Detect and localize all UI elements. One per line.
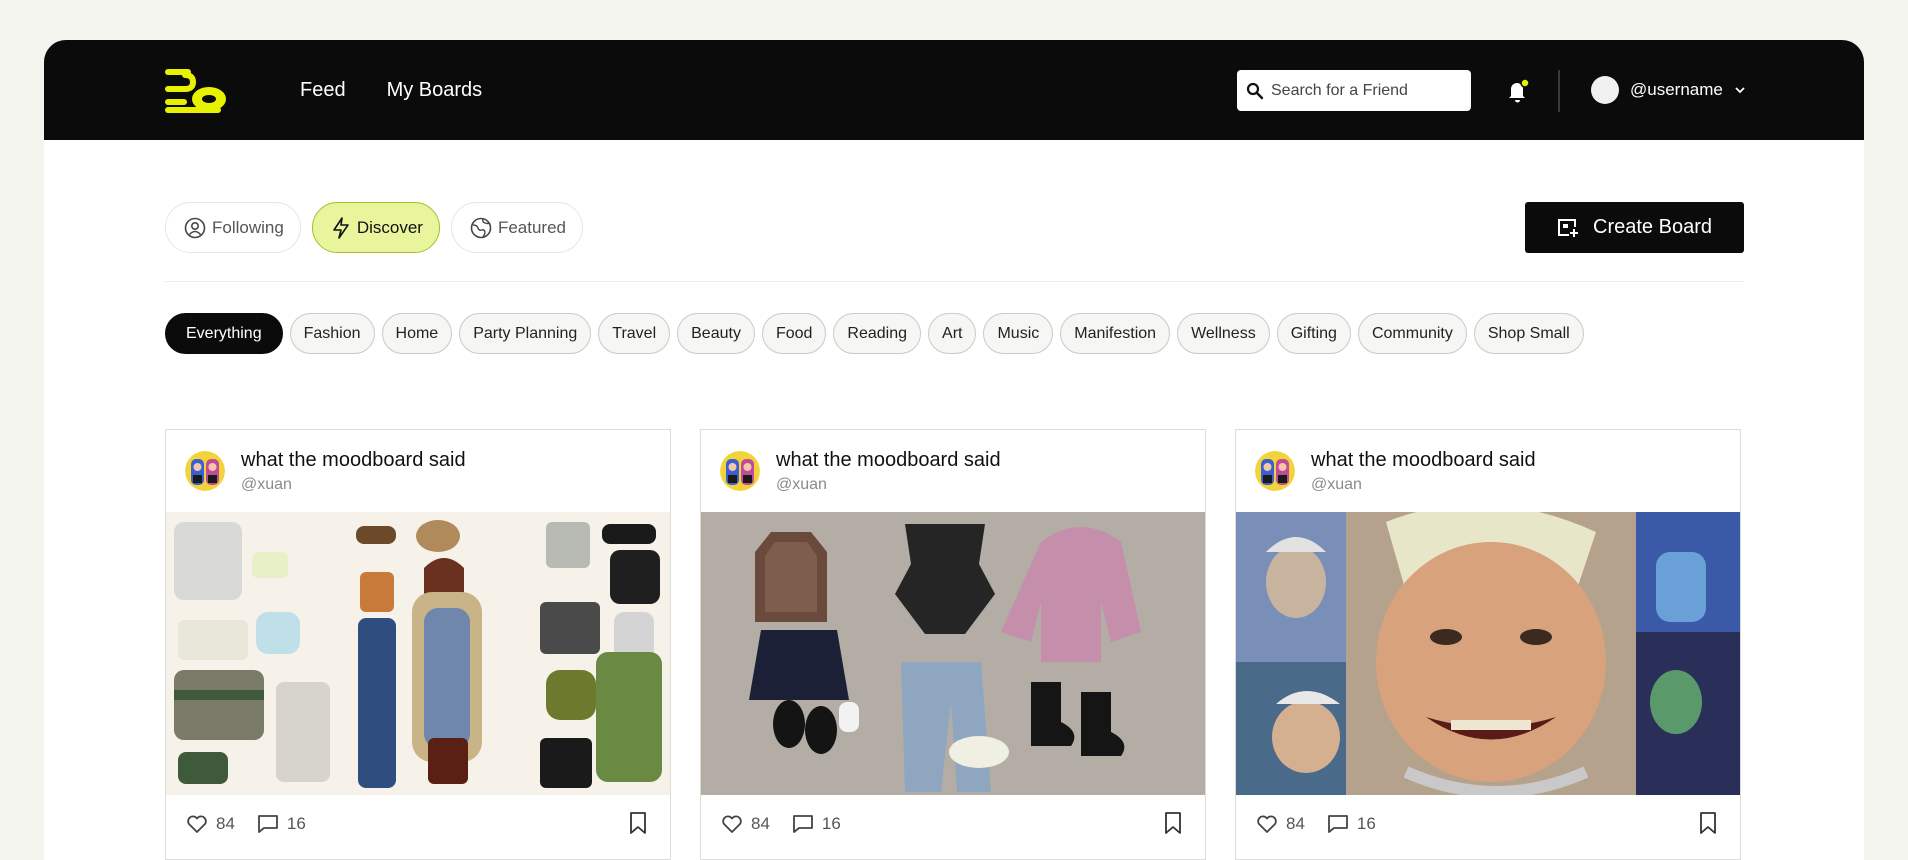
category-party-planning[interactable]: Party Planning [459,313,592,354]
board-grid: what the moodboard said @xuan 84 16 what… [165,429,1741,860]
category-community[interactable]: Community [1357,313,1467,354]
author-avatar[interactable] [720,451,760,491]
comment-count: 16 [821,814,841,833]
like-button[interactable]: 84 [186,814,235,834]
lightning-icon [333,216,349,239]
app-frame: Feed My Boards @username [44,40,1864,860]
board-card-header: what the moodboard said @xuan [1236,430,1740,512]
category-reading[interactable]: Reading [833,313,922,354]
category-fashion[interactable]: Fashion [289,313,375,354]
like-button[interactable]: 84 [1256,814,1305,834]
board-cover-image[interactable] [701,512,1205,795]
tab-discover[interactable]: Discover [311,202,440,253]
globe-icon [470,217,492,238]
feed-mode-tabs: Following Discover Featured [165,202,583,253]
board-cover-image[interactable] [1236,512,1740,795]
portrait-collage-image [1236,512,1740,795]
heart-icon [722,815,742,833]
top-navigation-bar: Feed My Boards @username [44,40,1864,140]
comment-button[interactable]: 16 [1327,814,1376,834]
user-circle-icon [184,217,206,238]
board-card[interactable]: what the moodboard said @xuan 84 16 [700,429,1206,860]
add-board-icon [1558,218,1579,237]
author-avatar[interactable] [185,451,225,491]
nav-my-boards[interactable]: My Boards [387,79,483,102]
tab-following[interactable]: Following [165,202,301,253]
board-title[interactable]: what the moodboard said [241,448,466,472]
fashion-collage-image [166,512,670,795]
comment-icon [1328,815,1348,833]
like-count: 84 [751,814,770,833]
category-music[interactable]: Music [983,313,1054,354]
category-beauty[interactable]: Beauty [677,313,755,354]
category-art[interactable]: Art [928,313,977,354]
notification-dot [1520,78,1530,88]
board-cover-image[interactable] [166,512,670,795]
header-divider [1558,70,1560,112]
search-input[interactable] [1271,81,1461,100]
nav-feed[interactable]: Feed [300,79,346,102]
category-filter-bar: Everything Fashion Home Party Planning T… [165,313,1584,354]
board-title[interactable]: what the moodboard said [1311,448,1536,472]
author-handle[interactable]: @xuan [776,476,1001,494]
board-card-header: what the moodboard said @xuan [701,430,1205,512]
category-shop-small[interactable]: Shop Small [1473,313,1584,354]
like-count: 84 [1286,814,1305,833]
board-card-footer: 84 16 [166,801,670,847]
create-board-button[interactable]: Create Board [1525,202,1744,253]
category-travel[interactable]: Travel [598,313,671,354]
username-label: @username [1630,80,1723,99]
category-everything[interactable]: Everything [165,313,283,354]
comment-count: 16 [1356,814,1376,833]
bookmark-icon[interactable] [1698,811,1718,835]
section-divider [165,281,1744,282]
board-title[interactable]: what the moodboard said [776,448,1001,472]
outfit-flatlay-image [701,512,1205,795]
notification-bell-icon[interactable] [1504,77,1532,105]
tab-featured-label: Featured [497,217,566,237]
create-board-label: Create Board [1593,216,1712,238]
like-button[interactable]: 84 [721,814,770,834]
primary-nav: Feed My Boards [300,40,482,140]
bookmark-icon[interactable] [1163,811,1183,835]
board-card-footer: 84 16 [701,801,1205,847]
category-wellness[interactable]: Wellness [1177,313,1270,354]
tab-featured[interactable]: Featured [450,202,583,253]
comment-icon [258,815,278,833]
avatar [1591,76,1619,104]
chevron-down-icon [1735,87,1745,94]
friend-search [1237,70,1471,111]
heart-icon [1257,815,1277,833]
user-menu[interactable]: @username [1591,75,1746,105]
logo-icon[interactable] [165,69,227,113]
comment-button[interactable]: 16 [792,814,841,834]
tab-following-label: Following [212,217,284,237]
board-card[interactable]: what the moodboard said @xuan 84 16 [1235,429,1741,860]
board-card-header: what the moodboard said @xuan [166,430,670,512]
author-handle[interactable]: @xuan [241,476,466,494]
comment-button[interactable]: 16 [257,814,306,834]
like-count: 84 [216,814,235,833]
search-icon [1246,82,1264,99]
comment-count: 16 [286,814,306,833]
category-home[interactable]: Home [381,313,453,354]
category-gifting[interactable]: Gifting [1276,313,1351,354]
category-manifestion[interactable]: Manifestion [1060,313,1171,354]
author-avatar[interactable] [1255,451,1295,491]
bookmark-icon[interactable] [628,811,648,835]
board-card-footer: 84 16 [1236,801,1740,847]
board-card[interactable]: what the moodboard said @xuan 84 16 [165,429,671,860]
category-food[interactable]: Food [761,313,827,354]
heart-icon [187,815,207,833]
tab-discover-label: Discover [356,217,423,237]
comment-icon [793,815,813,833]
author-handle[interactable]: @xuan [1311,476,1536,494]
